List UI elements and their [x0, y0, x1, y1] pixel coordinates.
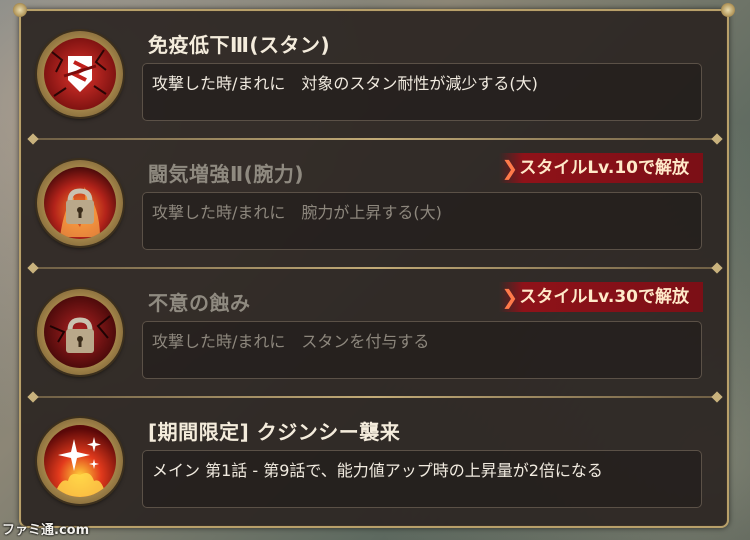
unlock-requirement-badge: ❯ スタイルLv.10で解放: [499, 153, 703, 183]
skill-description: 攻撃した時/まれに スタンを付与する: [152, 332, 430, 351]
sparkle-flame-icon: [44, 425, 116, 497]
skill-description: 攻撃した時/まれに 対象のスタン耐性が減少する(大): [152, 74, 538, 93]
skill-row-erosion[interactable]: 不意の蝕み ❯ スタイルLv.30で解放 攻撃した時/まれに スタンを付与する: [21, 269, 727, 397]
skill-description-box: 攻撃した時/まれに スタンを付与する: [142, 321, 702, 379]
skill-medallion: [37, 160, 123, 246]
chevron-right-icon: ❯: [501, 156, 519, 180]
skill-description-box: メイン 第1話 - 第9話で、能力値アップ時の上昇量が2倍になる: [142, 450, 702, 508]
watermark-logo: ファミ通.com: [2, 523, 90, 538]
skill-row-kzinssie-raid[interactable]: [期間限定] クジンシー襲来 メイン 第1話 - 第9話で、能力値アップ時の上昇…: [21, 398, 727, 526]
skill-name: 不意の蝕み: [148, 291, 251, 315]
skill-name: 闘気増強Ⅱ(腕力): [148, 162, 304, 186]
skill-description: メイン 第1話 - 第9話で、能力値アップ時の上昇量が2倍になる: [152, 461, 603, 480]
unlock-requirement-badge: ❯ スタイルLv.30で解放: [499, 282, 703, 312]
skill-medallion: [37, 31, 123, 117]
chevron-right-icon: ❯: [501, 285, 519, 309]
skill-name: [期間限定] クジンシー襲来: [148, 420, 401, 444]
skill-row-power-up[interactable]: 闘気増強Ⅱ(腕力) ❯ スタイルLv.10で解放 攻撃した時/まれに 腕力が上昇…: [21, 140, 727, 268]
locked-erosion-icon: [44, 296, 116, 368]
skill-list-panel: 免疫低下Ⅲ(スタン) 攻撃した時/まれに 対象のスタン耐性が減少する(大) 闘気…: [13, 3, 735, 528]
unlock-requirement-label: スタイルLv.30で解放: [519, 287, 689, 307]
skill-name: 免疫低下Ⅲ(スタン): [148, 33, 331, 57]
skill-medallion: [37, 418, 123, 504]
immunity-down-icon: [44, 38, 116, 110]
skill-row-immunity-down[interactable]: 免疫低下Ⅲ(スタン) 攻撃した時/まれに 対象のスタン耐性が減少する(大): [21, 11, 727, 139]
skill-medallion: [37, 289, 123, 375]
skill-description-box: 攻撃した時/まれに 腕力が上昇する(大): [142, 192, 702, 250]
skill-description: 攻撃した時/まれに 腕力が上昇する(大): [152, 203, 442, 222]
locked-power-up-icon: [44, 167, 116, 239]
unlock-requirement-label: スタイルLv.10で解放: [519, 158, 689, 178]
skill-description-box: 攻撃した時/まれに 対象のスタン耐性が減少する(大): [142, 63, 702, 121]
